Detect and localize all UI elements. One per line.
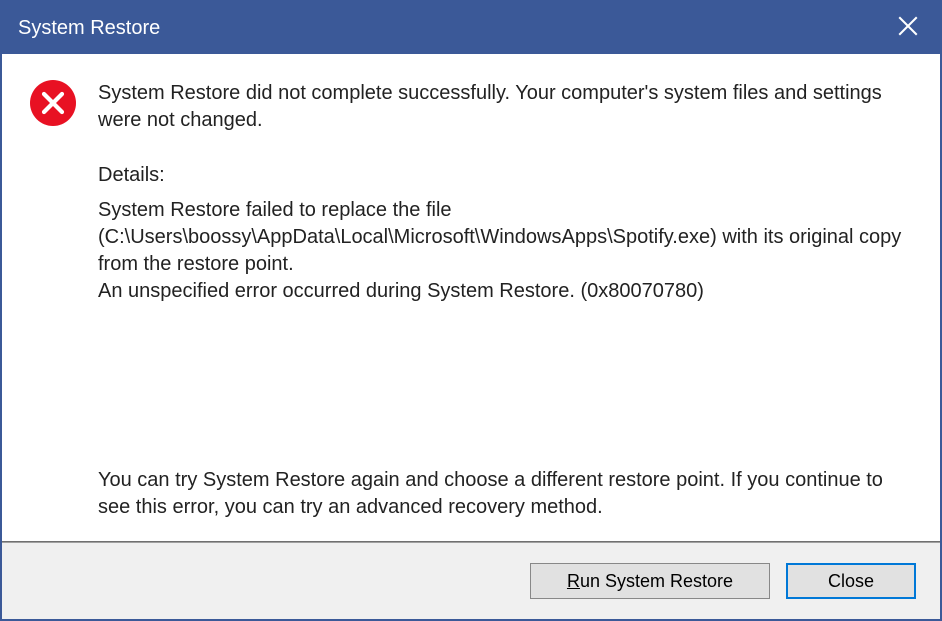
text-column: System Restore did not complete successf…	[98, 80, 912, 531]
icon-column	[30, 80, 76, 531]
dialog-content: System Restore did not complete successf…	[2, 54, 940, 541]
run-system-restore-button[interactable]: Run System Restore	[530, 563, 770, 599]
details-label: Details:	[98, 162, 912, 189]
close-icon	[898, 16, 918, 41]
mnemonic-r: R	[567, 571, 580, 591]
error-icon	[30, 80, 76, 126]
advice-text: You can try System Restore again and cho…	[98, 467, 912, 521]
close-button[interactable]: Close	[786, 563, 916, 599]
button-row: Run System Restore Close	[2, 543, 940, 619]
summary-text: System Restore did not complete successf…	[98, 80, 912, 134]
run-button-rest: un System Restore	[580, 571, 733, 591]
window-title: System Restore	[18, 17, 160, 40]
system-restore-dialog: System Restore System Restore did not co…	[0, 0, 942, 621]
details-body: System Restore failed to replace the fil…	[98, 197, 912, 305]
window-close-button[interactable]	[876, 2, 940, 54]
titlebar: System Restore	[2, 2, 940, 54]
